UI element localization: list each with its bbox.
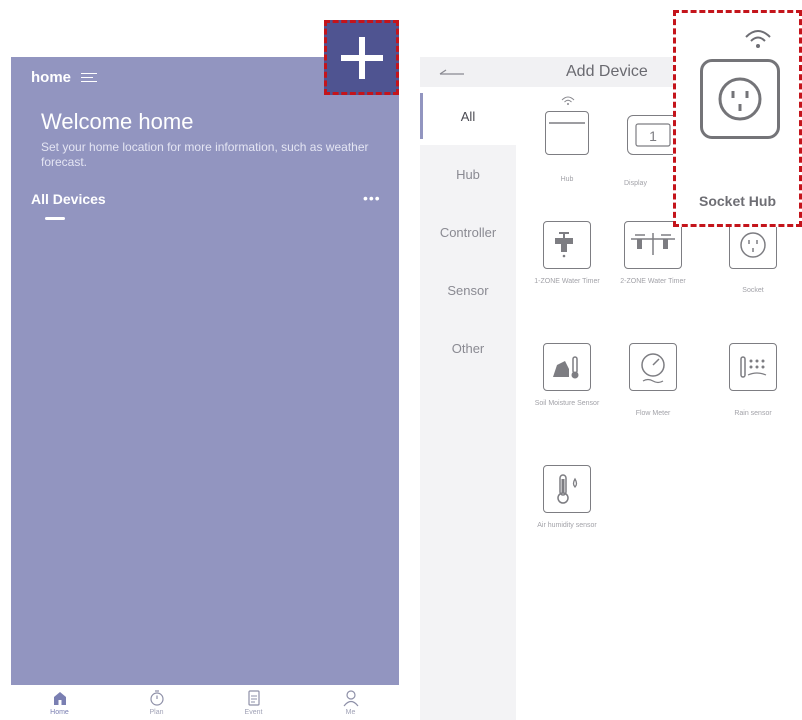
category-controller[interactable]: Controller	[420, 203, 516, 261]
hub-icon	[545, 111, 589, 155]
device-label: Air humidity sensor	[537, 522, 597, 529]
user-icon	[343, 690, 358, 707]
device-label: Flow Meter	[635, 410, 671, 417]
tab-plan[interactable]: Plan	[108, 685, 205, 720]
tab-home[interactable]: Home	[11, 685, 108, 720]
socket-hub-label: Socket Hub	[698, 193, 776, 209]
tab-event[interactable]: Event	[205, 685, 302, 720]
device-label: Hub	[560, 176, 574, 183]
rain-sensor-icon	[729, 343, 777, 391]
more-icon[interactable]: •••	[363, 190, 381, 206]
category-hub[interactable]: Hub	[420, 145, 516, 203]
welcome-title: Welcome home	[41, 109, 194, 134]
plus-icon	[340, 36, 383, 79]
bottom-tab-bar: Home Plan Event Me	[11, 685, 399, 720]
two-zone-timer-icon	[624, 221, 682, 269]
device-label: 2-ZONE Water Timer	[620, 278, 686, 285]
display-icon: 1	[627, 115, 679, 155]
welcome-subtitle[interactable]: Set your home location for more informat…	[41, 140, 376, 170]
device-label: 1-ZONE Water Timer	[534, 278, 600, 285]
tab-me[interactable]: Me	[302, 685, 399, 720]
device-label: Socket	[742, 287, 764, 294]
category-other[interactable]: Other	[420, 319, 516, 377]
device-hub[interactable]: Hub	[524, 95, 610, 184]
wifi-icon	[745, 30, 771, 48]
add-device-button[interactable]	[324, 20, 399, 95]
device-air-humidity-sensor[interactable]: Air humidity sensor	[524, 465, 610, 530]
category-sidebar: All Hub Controller Sensor Other	[420, 87, 516, 720]
category-sensor[interactable]: Sensor	[420, 261, 516, 319]
document-icon	[247, 690, 260, 706]
home-title: home	[31, 69, 72, 86]
category-all[interactable]: All	[420, 87, 516, 145]
device-socket[interactable]: Socket	[710, 221, 796, 295]
svg-text:1: 1	[649, 128, 657, 144]
device-flow-meter[interactable]: Flow Meter	[610, 343, 696, 418]
timer-icon	[149, 690, 164, 706]
water-timer-icon	[543, 221, 591, 269]
tab-home-label: Home	[50, 709, 69, 716]
menu-icon[interactable]	[81, 72, 98, 83]
wifi-icon	[561, 96, 575, 105]
tab-me-label: Me	[345, 709, 356, 716]
active-tab-indicator	[45, 217, 65, 220]
flow-meter-icon	[629, 343, 677, 391]
tab-event-label: Event	[244, 709, 263, 716]
device-rain-sensor[interactable]: Rain sensor	[710, 343, 796, 418]
socket-hub-callout: Socket Hub	[673, 10, 802, 227]
back-arrow-icon[interactable]	[438, 65, 466, 77]
device-label: Soil Moisture Sensor	[534, 400, 600, 407]
device-2-zone-water-timer[interactable]: 2-ZONE Water Timer	[610, 221, 696, 286]
tab-plan-label: Plan	[149, 709, 164, 716]
device-1-zone-water-timer[interactable]: 1-ZONE Water Timer	[524, 221, 610, 286]
device-soil-moisture-sensor[interactable]: Soil Moisture Sensor	[524, 343, 610, 408]
device-label: Rain sensor	[734, 410, 772, 417]
air-humidity-icon	[543, 465, 591, 513]
home-screen: home Welcome home Set your home location…	[11, 57, 399, 720]
page-title: Add Device	[566, 63, 648, 80]
all-devices-tab[interactable]: All Devices	[31, 191, 106, 207]
socket-icon	[729, 221, 777, 269]
home-header[interactable]: home	[31, 69, 98, 86]
socket-hub-icon	[700, 59, 780, 139]
soil-moisture-icon	[543, 343, 591, 391]
home-icon	[53, 692, 66, 705]
